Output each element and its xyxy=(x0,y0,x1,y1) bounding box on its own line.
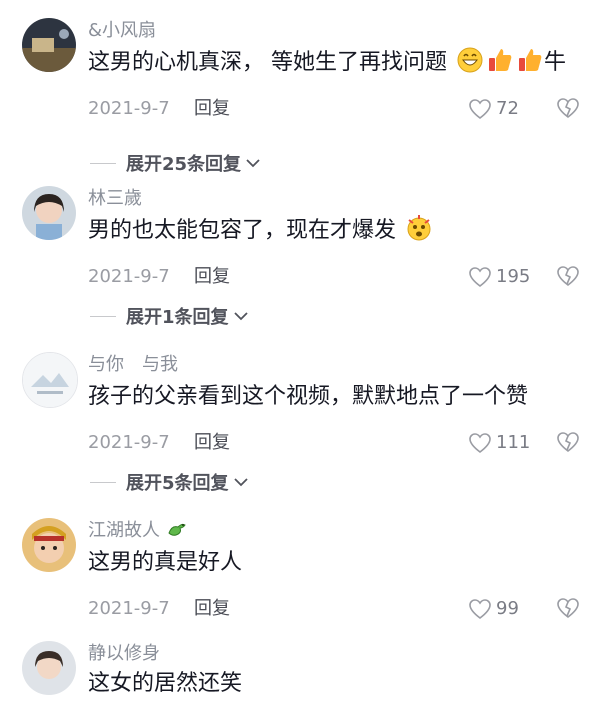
expand-replies-label: 展开5条回复 xyxy=(126,473,229,494)
heart-icon xyxy=(469,433,491,454)
expand-replies-label: 展开1条回复 xyxy=(126,307,229,328)
comment-text-body: 这男的心机真深， 等她生了再找问题 xyxy=(88,50,447,75)
chevron-down-icon xyxy=(246,159,260,168)
dislike-button[interactable] xyxy=(556,597,580,623)
avatar[interactable] xyxy=(22,518,76,572)
username[interactable]: &小风扇 xyxy=(88,18,156,44)
avatar[interactable] xyxy=(22,18,76,72)
expand-replies-label: 展开25条回复 xyxy=(126,154,242,175)
avatar[interactable] xyxy=(22,352,78,408)
broken-heart-icon xyxy=(557,598,579,619)
comment-text-suffix: 牛 xyxy=(544,50,567,75)
username[interactable]: 林三歲 xyxy=(88,186,142,212)
expand-replies[interactable]: 展开25条回复 xyxy=(90,148,261,178)
comment-text-body: 这男的真是好人 xyxy=(88,550,243,575)
like-button[interactable]: 195 xyxy=(468,264,530,290)
thumbs-up-icon xyxy=(486,46,514,85)
comment-text-body: 这女的居然还笑 xyxy=(88,671,243,696)
comment-date: 2021-9-7 xyxy=(88,598,170,619)
comment-meta: 2021-9-7 回复 111 xyxy=(88,430,588,456)
username[interactable]: 与你 与我 xyxy=(88,352,178,378)
comment-text: 这男的真是好人 xyxy=(88,546,242,580)
comment-meta: 2021-9-7 回复 72 xyxy=(88,96,588,122)
divider xyxy=(90,481,116,483)
broken-heart-icon xyxy=(557,266,579,287)
avatar[interactable] xyxy=(22,641,76,695)
comment-text: 这女的居然还笑 xyxy=(88,667,242,701)
comment-meta: 2021-9-7 回复 195 xyxy=(88,264,588,290)
dragon-icon xyxy=(166,519,188,547)
heart-icon xyxy=(469,99,491,120)
username-text: 江湖故人 xyxy=(88,520,160,541)
like-count: 195 xyxy=(496,266,531,287)
chevron-down-icon xyxy=(233,312,248,321)
comment-date: 2021-9-7 xyxy=(88,98,170,119)
username[interactable]: 静以修身 xyxy=(88,641,160,667)
comment-text: 男的也太能包容了，现在才爆发 xyxy=(88,214,433,253)
chevron-down-icon xyxy=(233,478,248,487)
like-count: 111 xyxy=(496,432,531,453)
dislike-button[interactable] xyxy=(556,265,580,291)
like-count: 72 xyxy=(496,98,519,119)
comment-text-body: 孩子的父亲看到这个视频，默默地点了一个赞 xyxy=(88,384,529,409)
dislike-button[interactable] xyxy=(556,97,580,123)
comment-meta: 2021-9-7 回复 99 xyxy=(88,596,588,622)
heart-icon xyxy=(469,599,491,620)
divider xyxy=(90,315,116,317)
like-count: 99 xyxy=(496,598,519,619)
comment-date: 2021-9-7 xyxy=(88,266,170,287)
thumbs-up-icon xyxy=(516,46,544,85)
comment-text-body: 男的也太能包容了，现在才爆发 xyxy=(88,218,397,243)
grinning-face-icon xyxy=(456,46,484,85)
avatar[interactable] xyxy=(22,186,76,240)
heart-icon xyxy=(469,267,491,288)
comment-date: 2021-9-7 xyxy=(88,432,170,453)
reply-button[interactable]: 回复 xyxy=(194,96,230,122)
dislike-button[interactable] xyxy=(556,431,580,457)
broken-heart-icon xyxy=(557,432,579,453)
exploding-face-icon xyxy=(405,214,433,253)
reply-button[interactable]: 回复 xyxy=(194,596,230,622)
broken-heart-icon xyxy=(557,98,579,119)
divider xyxy=(90,162,116,164)
like-button[interactable]: 111 xyxy=(468,430,530,456)
comment-text: 这男的心机真深， 等她生了再找问题 牛 xyxy=(88,46,566,85)
expand-replies[interactable]: 展开1条回复 xyxy=(90,301,249,331)
like-button[interactable]: 99 xyxy=(468,596,519,622)
reply-button[interactable]: 回复 xyxy=(194,430,230,456)
reply-button[interactable]: 回复 xyxy=(194,264,230,290)
like-button[interactable]: 72 xyxy=(468,96,519,122)
expand-replies[interactable]: 展开5条回复 xyxy=(90,467,249,497)
comment-text: 孩子的父亲看到这个视频，默默地点了一个赞 xyxy=(88,380,528,414)
username[interactable]: 江湖故人 xyxy=(88,518,188,547)
